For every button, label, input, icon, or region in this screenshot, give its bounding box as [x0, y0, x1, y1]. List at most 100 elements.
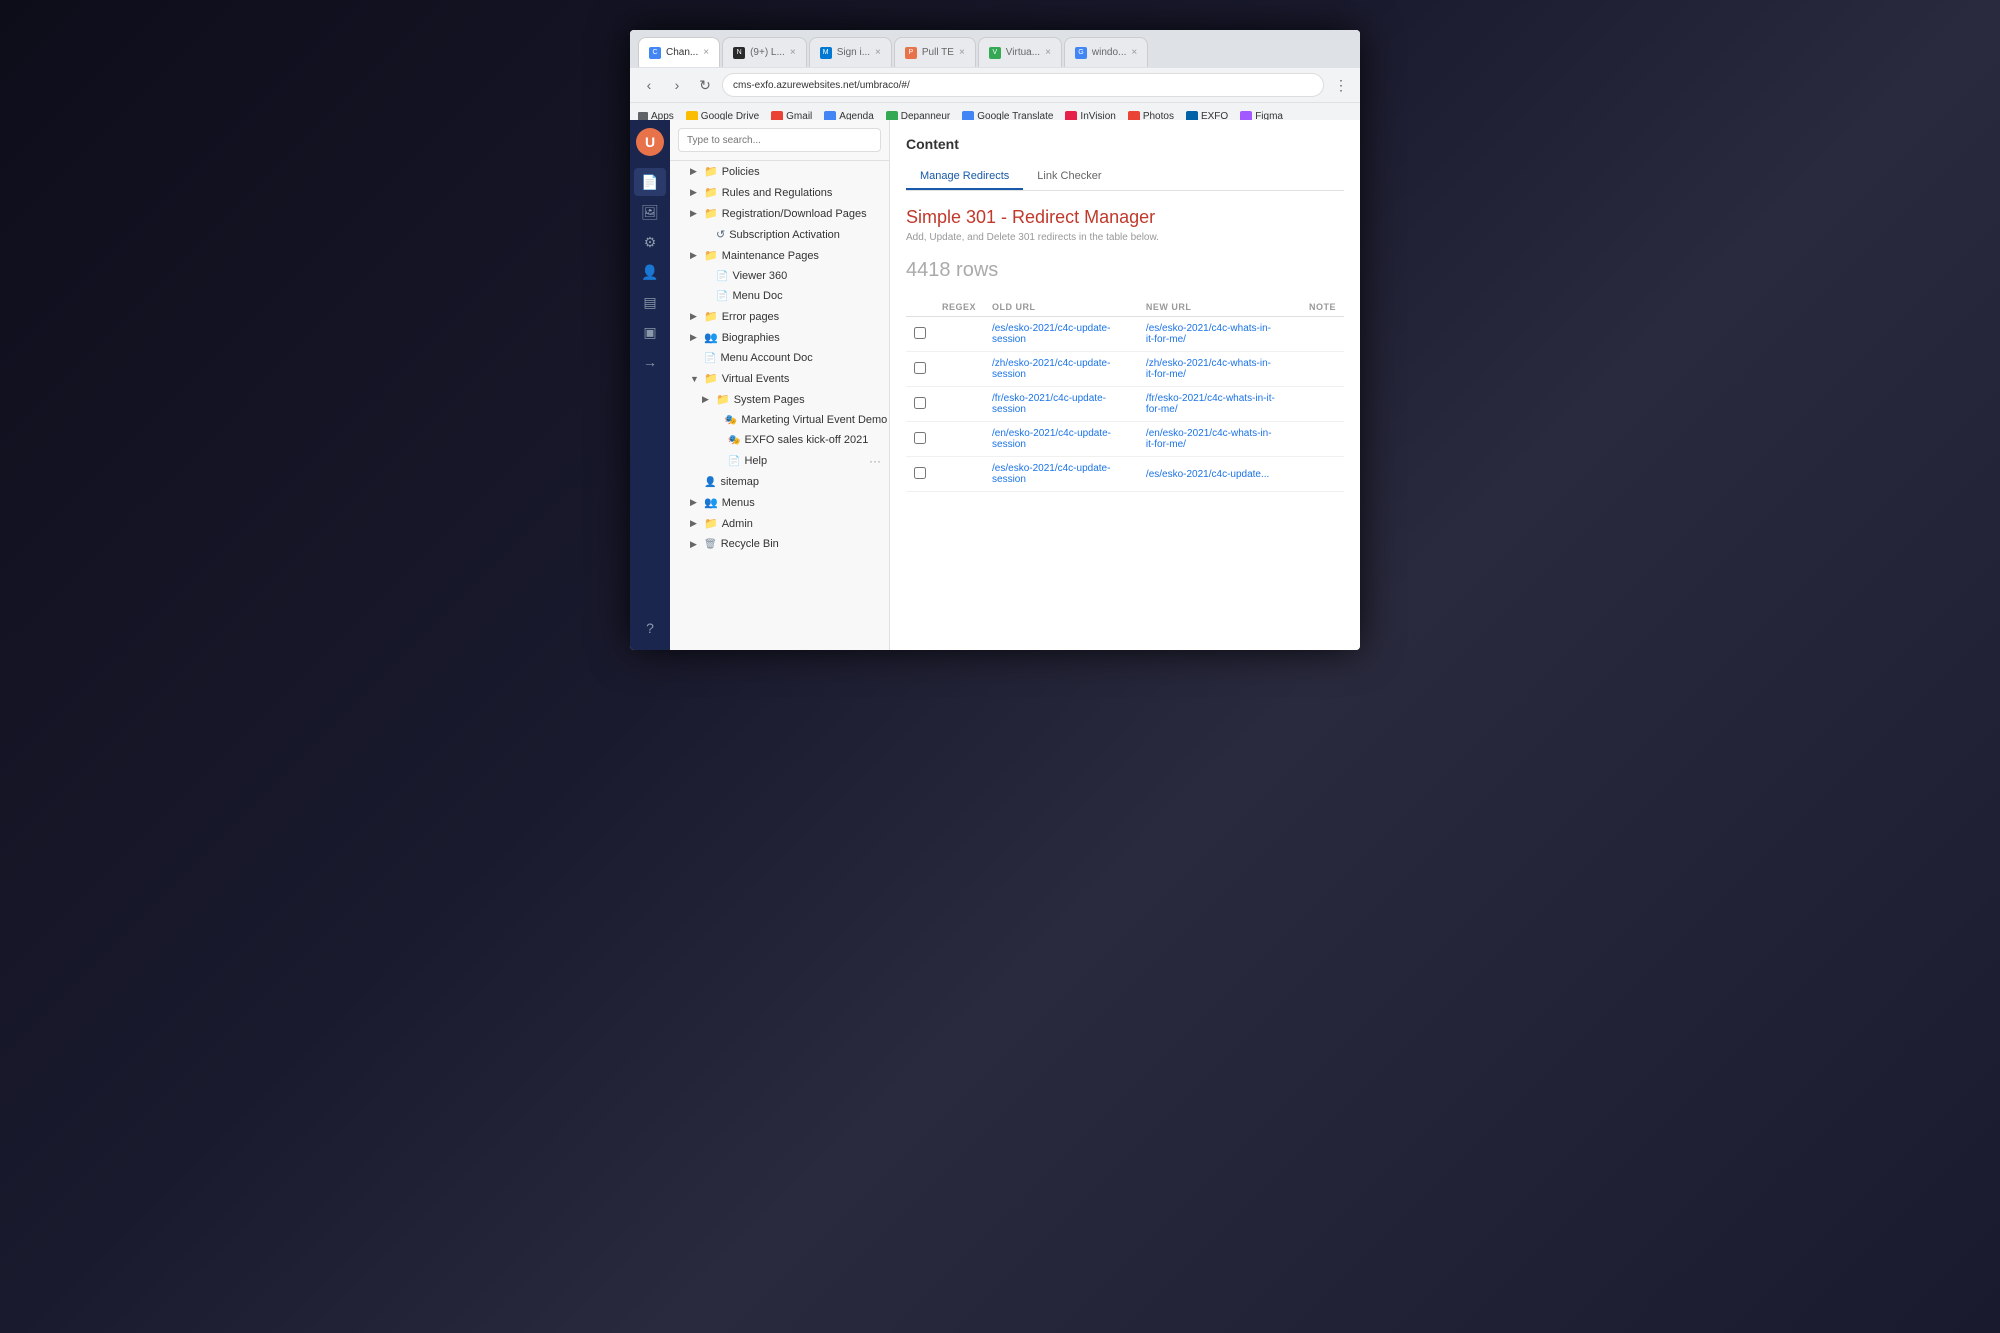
row-old-url-4[interactable]: /es/esko-2021/c4c-update-session [984, 457, 1122, 492]
tree-item-help[interactable]: ▶ 📄 Help ··· [670, 450, 889, 472]
folder-icon-policies: 📁 [704, 165, 718, 178]
sidebar-content-icon[interactable]: 📄 [634, 168, 666, 196]
folder-icon-systempages: 📁 [716, 393, 730, 406]
table-row: /fr/esko-2021/c4c-update-session /fr/esk… [906, 387, 1344, 422]
row-new-url-4[interactable]: /es/esko-2021/c4c-update... [1138, 457, 1285, 492]
table-row: /en/esko-2021/c4c-update-session /en/esk… [906, 422, 1344, 457]
arrow-recyclebin: ▶ [690, 539, 700, 550]
tree-item-maintenance[interactable]: ▶ 📁 Maintenance Pages [670, 245, 889, 266]
tab-close-chan[interactable]: × [703, 47, 709, 58]
row-note-1 [1301, 352, 1344, 387]
col-header-oldurl: OLD URL [984, 298, 1122, 317]
tab-bar: C Chan... × N (9+) L... × M Sign i... × … [630, 30, 1360, 68]
col-header-checkbox [906, 298, 934, 317]
address-bar[interactable]: cms-exfo.azurewebsites.net/umbraco/#/ [722, 73, 1324, 97]
row-old-url-0[interactable]: /es/esko-2021/c4c-update-session [984, 317, 1122, 352]
row-new-url-0[interactable]: /es/esko-2021/c4c-whats-in-it-for-me/ [1138, 317, 1285, 352]
tree-label-maintenance: Maintenance Pages [722, 250, 819, 262]
tree-item-menudoc[interactable]: ▶ 📄 Menu Doc [670, 286, 889, 306]
row-checkbox-3[interactable] [906, 422, 934, 457]
tab-sign[interactable]: M Sign i... × [809, 37, 892, 67]
row-new-url-2[interactable]: /fr/esko-2021/c4c-whats-in-it-for-me/ [1138, 387, 1285, 422]
row-old-url-2[interactable]: /fr/esko-2021/c4c-update-session [984, 387, 1122, 422]
row-checkbox-1[interactable] [906, 352, 934, 387]
back-button[interactable]: ‹ [638, 74, 660, 96]
row-checkbox-4[interactable] [906, 457, 934, 492]
tab-virtual[interactable]: V Virtua... × [978, 37, 1062, 67]
sidebar-forms-icon[interactable]: ▤ [634, 288, 666, 316]
tree-label-recyclebin: Recycle Bin [721, 538, 779, 550]
tab-close-notif[interactable]: × [790, 47, 796, 58]
laptop-screen: C Chan... × N (9+) L... × M Sign i... × … [630, 30, 1360, 650]
tree-label-errorpages: Error pages [722, 311, 779, 323]
sidebar-media-icon[interactable]: 🖼 [634, 198, 666, 226]
search-input[interactable] [678, 128, 881, 152]
tree-item-rules[interactable]: ▶ 📁 Rules and Regulations [670, 182, 889, 203]
folder-icon-maintenance: 📁 [704, 249, 718, 262]
tree-item-errorpages[interactable]: ▶ 📁 Error pages [670, 306, 889, 327]
ellipsis-help[interactable]: ··· [869, 454, 881, 468]
tree-item-biographies[interactable]: ▶ 👥 Biographies [670, 327, 889, 348]
tab-label-chan: Chan... [666, 47, 698, 58]
tab-label-sign: Sign i... [837, 47, 870, 58]
row-regex-4 [934, 457, 984, 492]
row-regex-2 [934, 387, 984, 422]
row-new-url-1[interactable]: /zh/esko-2021/c4c-whats-in-it-for-me/ [1138, 352, 1285, 387]
tree-item-registration[interactable]: ▶ 📁 Registration/Download Pages [670, 203, 889, 224]
tab-link-checker[interactable]: Link Checker [1023, 164, 1115, 190]
sidebar-redirect-icon[interactable]: → [634, 348, 666, 376]
tree-item-recyclebin[interactable]: ▶ 🗑 Recycle Bin [670, 534, 889, 554]
doc-icon-viewer360: 📄 [716, 271, 728, 282]
extensions-button[interactable]: ⋮ [1330, 74, 1352, 96]
tree-label-subscription: Subscription Activation [729, 229, 840, 241]
tree-item-policies[interactable]: ▶ 📁 Policies [670, 161, 889, 182]
tab-close-sign[interactable]: × [875, 47, 881, 58]
arrow-virtualevents: ▼ [690, 374, 700, 384]
tree-label-menus: Menus [722, 497, 755, 509]
row-new-url-3[interactable]: /en/esko-2021/c4c-whats-in-it-for-me/ [1138, 422, 1285, 457]
tab-close-virtual[interactable]: × [1045, 47, 1051, 58]
sidebar-settings-icon[interactable]: ⚙ [634, 228, 666, 256]
tree-item-subscription[interactable]: ▶ ↺ Subscription Activation [670, 224, 889, 245]
tree-item-viewer360[interactable]: ▶ 📄 Viewer 360 [670, 266, 889, 286]
row-regex-0 [934, 317, 984, 352]
tree-item-sitemap[interactable]: ▶ 👤 sitemap [670, 472, 889, 492]
redirect-manager-title: Simple 301 - Redirect Manager [906, 207, 1344, 228]
row-checkbox-0[interactable] [906, 317, 934, 352]
tab-close-window[interactable]: × [1131, 47, 1137, 58]
tab-label-window: windo... [1092, 47, 1126, 58]
forward-button[interactable]: › [666, 74, 688, 96]
row-regex-1 [934, 352, 984, 387]
tree-item-menuaccountdoc[interactable]: ▶ 📄 Menu Account Doc [670, 348, 889, 368]
cms-logo[interactable]: U [636, 128, 664, 156]
tree-item-marketingvirtual[interactable]: ▶ 🎭 Marketing Virtual Event Demo [670, 410, 889, 430]
tree-item-menus[interactable]: ▶ 👥 Menus [670, 492, 889, 513]
tab-window[interactable]: G windo... × [1064, 37, 1148, 67]
icon-recyclebin: 🗑 [704, 539, 717, 550]
arrow-registration: ▶ [690, 208, 700, 219]
refresh-button[interactable]: ↻ [694, 74, 716, 96]
row-old-url-3[interactable]: /en/esko-2021/c4c-update-session [984, 422, 1122, 457]
table-row: /es/esko-2021/c4c-update-session /es/esk… [906, 317, 1344, 352]
tree-label-biographies: Biographies [722, 332, 780, 344]
row-old-url-1[interactable]: /zh/esko-2021/c4c-update-session [984, 352, 1122, 387]
browser-chrome: C Chan... × N (9+) L... × M Sign i... × … [630, 30, 1360, 120]
tab-notif[interactable]: N (9+) L... × [722, 37, 807, 67]
icon-exfosales: 🎭 [728, 435, 740, 446]
tree-item-virtualevents[interactable]: ▼ 📁 Virtual Events [670, 368, 889, 389]
doc-icon-menudoc: 📄 [716, 291, 728, 302]
tree-item-systempages[interactable]: ▶ 📁 System Pages [670, 389, 889, 410]
sidebar-help-icon[interactable]: ? [634, 614, 666, 642]
row-checkbox-2[interactable] [906, 387, 934, 422]
tab-close-pull[interactable]: × [959, 47, 965, 58]
tree-item-admin[interactable]: ▶ 📁 Admin [670, 513, 889, 534]
icon-subscription: ↺ [716, 228, 725, 241]
tree-label-admin: Admin [722, 518, 753, 530]
sidebar-packages-icon[interactable]: ▣ [634, 318, 666, 346]
tab-chan[interactable]: C Chan... × [638, 37, 720, 67]
redirect-manager-subtitle: Add, Update, and Delete 301 redirects in… [906, 232, 1344, 243]
tab-manage-redirects[interactable]: Manage Redirects [906, 164, 1023, 190]
sidebar-users-icon[interactable]: 👤 [634, 258, 666, 286]
tree-item-exfosales[interactable]: ▶ 🎭 EXFO sales kick-off 2021 [670, 430, 889, 450]
tab-pull[interactable]: P Pull TE × [894, 37, 976, 67]
